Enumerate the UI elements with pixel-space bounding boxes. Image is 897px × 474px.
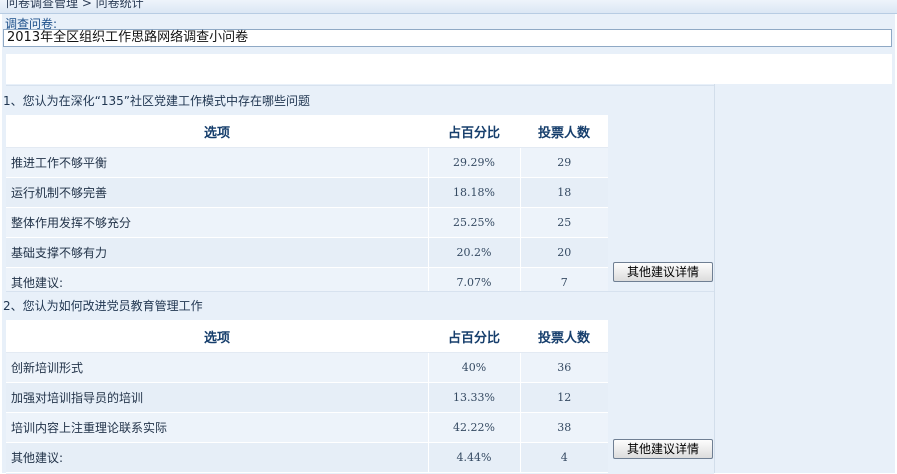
option-text: 加强对培训指导员的培训	[6, 382, 428, 413]
header-votes: 投票人数	[520, 115, 608, 148]
option-percent: 13.33%	[427, 382, 520, 413]
option-votes: 20	[519, 237, 608, 268]
option-percent: 4.44%	[427, 442, 520, 473]
option-votes: 18	[519, 177, 608, 208]
survey-title-field[interactable]: 2013年全区组织工作思路网络调查小问卷	[3, 29, 892, 47]
option-text: 其他建议:	[6, 442, 428, 473]
question-2-table: 选项 占百分比 投票人数 创新培训形式 40% 36 加强对培训指导员的培训 1…	[6, 320, 608, 473]
divider	[714, 84, 715, 473]
table-row: 推进工作不够平衡 29.29% 29	[6, 147, 608, 178]
option-text: 运行机制不够完善	[6, 177, 428, 208]
option-text: 基础支撑不够有力	[6, 237, 428, 268]
breadcrumb: 问卷调查管理 > 问卷统计	[6, 0, 144, 10]
header-option: 选项	[6, 115, 428, 148]
option-percent: 25.25%	[427, 207, 520, 238]
table-row: 培训内容上注重理论联系实际 42.22% 38	[6, 412, 608, 443]
option-votes: 36	[519, 352, 608, 383]
other-suggestions-details-button-1[interactable]: 其他建议详情	[613, 262, 713, 282]
option-percent: 40%	[427, 352, 520, 383]
option-votes: 29	[519, 147, 608, 178]
option-text: 整体作用发挥不够充分	[6, 207, 428, 238]
table-row: 创新培训形式 40% 36	[6, 352, 608, 383]
option-text: 创新培训形式	[6, 352, 428, 383]
option-votes: 38	[519, 412, 608, 443]
table-row: 基础支撑不够有力 20.2% 20	[6, 237, 608, 268]
table-row: 其他建议: 4.44% 4	[6, 442, 608, 473]
header-percent: 占百分比	[428, 115, 520, 148]
header-option: 选项	[6, 320, 428, 353]
option-text: 推进工作不够平衡	[6, 147, 428, 178]
table-header-row: 选项 占百分比 投票人数	[6, 320, 608, 353]
option-percent: 29.29%	[427, 147, 520, 178]
option-votes: 25	[519, 207, 608, 238]
question-1-title: 1、您认为在深化“135”社区党建工作模式中存在哪些问题	[3, 94, 310, 108]
option-votes: 4	[519, 442, 608, 473]
header-votes: 投票人数	[520, 320, 608, 353]
option-text: 培训内容上注重理论联系实际	[6, 412, 428, 443]
option-votes: 12	[519, 382, 608, 413]
question-2-title: 2、您认为如何改进党员教育管理工作	[3, 299, 203, 313]
question-1-table: 选项 占百分比 投票人数 推进工作不够平衡 29.29% 29 运行机制不够完善…	[6, 115, 608, 298]
option-percent: 20.2%	[427, 237, 520, 268]
table-header-row: 选项 占百分比 投票人数	[6, 115, 608, 148]
breadcrumb-bar: 问卷调查管理 > 问卷统计	[0, 0, 897, 14]
option-percent: 18.18%	[427, 177, 520, 208]
other-suggestions-details-button-2[interactable]: 其他建议详情	[613, 439, 713, 459]
spacer-strip	[6, 54, 892, 84]
header-percent: 占百分比	[428, 320, 520, 353]
table-row: 整体作用发挥不够充分 25.25% 25	[6, 207, 608, 238]
table-row: 运行机制不够完善 18.18% 18	[6, 177, 608, 208]
option-percent: 42.22%	[427, 412, 520, 443]
table-row: 加强对培训指导员的培训 13.33% 12	[6, 382, 608, 413]
